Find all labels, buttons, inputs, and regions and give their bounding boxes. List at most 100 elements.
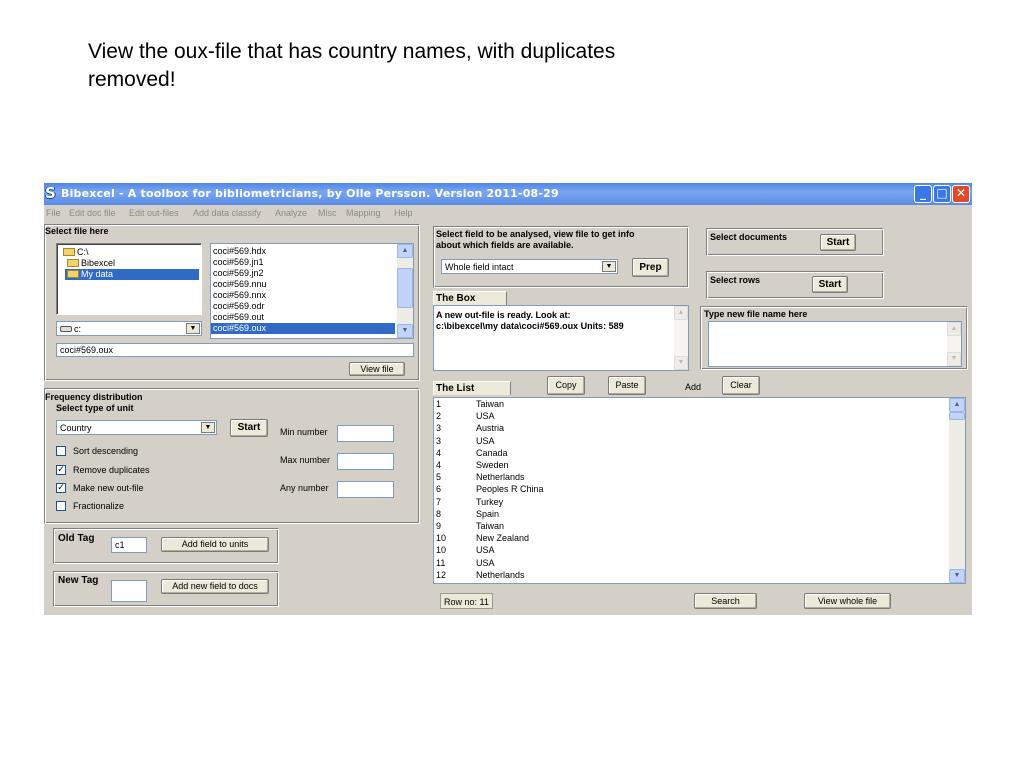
menu-file[interactable]: File: [46, 208, 61, 218]
the-list-scrollbar[interactable]: ▲ ▼: [949, 398, 965, 583]
prep-button[interactable]: Prep: [632, 258, 669, 277]
sort-descending-checkbox[interactable]: [56, 446, 66, 456]
file-item[interactable]: coci#569.hdx: [213, 246, 266, 257]
list-item[interactable]: 5 Netherlands: [436, 472, 525, 483]
list-item[interactable]: 10 USA: [436, 545, 495, 556]
the-box-line-2: c:\bibexcel\my data\coci#569.oux Units: …: [436, 321, 624, 331]
select-rows-start-button[interactable]: Start: [812, 276, 848, 293]
checkmark-icon: ✓: [57, 465, 65, 475]
list-item-number: 8: [436, 508, 442, 519]
list-item-number: 10: [436, 545, 447, 556]
folder-item-my-data[interactable]: My data: [65, 269, 199, 280]
folder-item-bibexcel[interactable]: Bibexcel: [65, 258, 117, 269]
add-field-to-units-button[interactable]: Add field to units: [161, 537, 269, 552]
file-item[interactable]: coci#569.nnu: [213, 279, 267, 290]
min-number-field[interactable]: [337, 425, 394, 442]
select-documents-start-button[interactable]: Start: [820, 234, 856, 251]
new-file-scrollbar[interactable]: ▲ ▼: [947, 322, 961, 366]
list-item-country: Spain: [476, 508, 500, 519]
file-item[interactable]: coci#569.jn2: [213, 268, 264, 279]
copy-button[interactable]: Copy: [547, 376, 585, 395]
file-item[interactable]: coci#569.nnx: [213, 290, 266, 301]
scroll-down-icon[interactable]: ▼: [397, 324, 413, 338]
old-tag-field[interactable]: c1: [111, 537, 147, 553]
frequency-start-button[interactable]: Start: [230, 419, 268, 437]
list-item[interactable]: 3 USA: [436, 436, 495, 447]
list-item[interactable]: 11 USA: [436, 558, 495, 569]
max-number-field[interactable]: [337, 453, 394, 470]
menu-mapping[interactable]: Mapping: [346, 208, 381, 218]
list-item[interactable]: 6 Peoples R China: [436, 484, 544, 495]
file-item[interactable]: coci#569.odr: [213, 301, 265, 312]
menu-edit-doc-file[interactable]: Edit doc file: [69, 208, 116, 218]
the-list-box[interactable]: 1 Taiwan 2 USA 3 Austria 3 USA 4 Canada 4 Sweden 5 Ne…: [433, 397, 966, 584]
list-item[interactable]: 9 Taiwan: [436, 521, 504, 532]
new-tag-field[interactable]: [111, 580, 147, 602]
scroll-up-icon[interactable]: ▲: [947, 322, 961, 336]
unit-type-select[interactable]: Country ▼: [56, 420, 217, 435]
maximize-button[interactable]: □: [933, 185, 951, 203]
menu-analyze[interactable]: Analyze: [275, 208, 307, 218]
scroll-up-icon[interactable]: ▲: [397, 244, 413, 258]
list-item[interactable]: 2 USA: [436, 411, 495, 422]
fractionalize-checkbox[interactable]: [56, 501, 66, 511]
file-item[interactable]: coci#569.out: [213, 312, 264, 323]
search-button[interactable]: Search: [694, 593, 757, 609]
remove-duplicates-checkbox[interactable]: ✓: [56, 465, 66, 475]
list-item[interactable]: 4 Sweden: [436, 460, 509, 471]
view-whole-file-button[interactable]: View whole file: [804, 593, 891, 609]
the-box-tab: The Box: [433, 291, 507, 305]
minimize-button[interactable]: _: [914, 185, 932, 203]
paste-button[interactable]: Paste: [608, 376, 646, 395]
scroll-up-icon[interactable]: ▲: [674, 306, 688, 320]
folder-tree[interactable]: C:\ Bibexcel My data: [56, 243, 202, 315]
chevron-down-icon[interactable]: ▼: [602, 261, 616, 272]
slide-caption: View the oux-file that has country names…: [88, 40, 616, 91]
the-box-scrollbar[interactable]: ▲ ▼: [674, 306, 688, 370]
any-number-field[interactable]: [337, 481, 394, 498]
list-item-country: USA: [476, 435, 495, 446]
file-item[interactable]: coci#569.jn1: [213, 257, 264, 268]
scroll-thumb[interactable]: [949, 412, 965, 420]
drive-select[interactable]: c: ▼: [56, 321, 202, 336]
list-item-country: Austria: [476, 423, 505, 434]
the-box-area[interactable]: A new out-file is ready. Look at: c:\bib…: [433, 305, 689, 371]
view-file-button[interactable]: View file: [349, 362, 405, 376]
file-list[interactable]: coci#569.hdx coci#569.jn1 coci#569.jn2 c…: [210, 243, 414, 339]
field-select-heading: Select field to be analysed, view file t…: [436, 229, 635, 239]
menu-help[interactable]: Help: [394, 208, 413, 218]
min-number-label: Min number: [280, 427, 328, 437]
menu-edit-out-files[interactable]: Edit out-files: [129, 208, 179, 218]
close-button[interactable]: ✕: [952, 185, 970, 203]
list-item[interactable]: 4 Canada: [436, 448, 508, 459]
file-item-selected[interactable]: coci#569.oux: [211, 323, 395, 334]
file-list-scrollbar[interactable]: ▲ ▼: [397, 244, 413, 338]
title-bar[interactable]: S Bibexcel - A toolbox for bibliometrici…: [44, 183, 972, 205]
scroll-down-icon[interactable]: ▼: [947, 352, 961, 366]
scroll-thumb[interactable]: [397, 268, 413, 308]
scroll-down-icon[interactable]: ▼: [949, 569, 965, 583]
folder-item-root[interactable]: C:\: [61, 247, 91, 258]
menu-misc[interactable]: Misc: [318, 208, 337, 218]
list-item[interactable]: 10 New Zealand: [436, 533, 529, 544]
make-new-outfile-checkbox[interactable]: ✓: [56, 483, 66, 493]
scroll-down-icon[interactable]: ▼: [674, 356, 688, 370]
drive-icon: [60, 326, 72, 332]
scroll-up-icon[interactable]: ▲: [949, 398, 965, 412]
chevron-down-icon[interactable]: ▼: [201, 422, 215, 433]
list-item[interactable]: 1 Taiwan: [436, 399, 504, 410]
chevron-down-icon[interactable]: ▼: [186, 323, 200, 334]
menu-add-data-classify[interactable]: Add data classify: [193, 208, 261, 218]
list-item[interactable]: 8 Spain: [436, 509, 499, 520]
list-item[interactable]: 7 Turkey: [436, 497, 503, 508]
select-rows-label: Select rows: [710, 275, 761, 285]
unit-type-heading: Select type of unit: [56, 403, 134, 413]
file-name-field[interactable]: coci#569.oux: [56, 343, 414, 357]
field-select-combo[interactable]: Whole field intact ▼: [441, 259, 618, 274]
list-item[interactable]: 3 Austria: [436, 423, 504, 434]
list-item[interactable]: 12 Netherlands: [436, 570, 525, 581]
new-file-name-field[interactable]: ▲ ▼: [708, 321, 962, 367]
add-new-field-to-docs-button[interactable]: Add new field to docs: [161, 579, 269, 594]
clear-button[interactable]: Clear: [722, 376, 760, 395]
add-button[interactable]: Add: [685, 382, 701, 392]
